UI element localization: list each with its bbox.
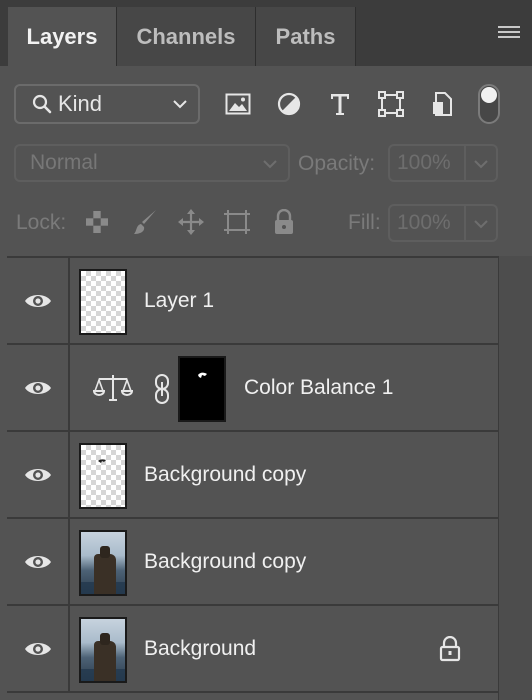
layer-thumbnail[interactable] xyxy=(79,617,127,683)
layer-list: Layer 1 Color Balance 1 Background copy … xyxy=(7,256,498,700)
filter-kind-label: Kind xyxy=(58,91,103,116)
bird-shape xyxy=(98,459,106,463)
fill-label: Fill: xyxy=(348,211,381,234)
fill-input[interactable]: 100% xyxy=(388,204,466,242)
layer-name[interactable]: Layer 1 xyxy=(144,258,214,343)
visibility-toggle[interactable] xyxy=(7,345,70,430)
layer-name[interactable]: Color Balance 1 xyxy=(244,345,393,430)
visibility-toggle[interactable] xyxy=(7,432,70,517)
thumbnail-rock-top xyxy=(100,546,110,558)
layer-name[interactable]: Background xyxy=(144,606,256,691)
layer-row[interactable]: Background copy xyxy=(7,432,498,519)
thumbnail-rock-top xyxy=(100,633,110,645)
layer-row[interactable]: Layer 1 xyxy=(7,258,498,345)
adjustment-layer-filter-icon[interactable] xyxy=(274,89,304,119)
layer-name[interactable]: Background copy xyxy=(144,519,306,604)
tab-channels[interactable]: Channels xyxy=(117,7,256,66)
chain-link-icon[interactable] xyxy=(153,373,171,405)
chevron-down-icon xyxy=(173,100,187,109)
lock-position-icon[interactable] xyxy=(176,206,206,238)
filter-kind-select[interactable]: Kind xyxy=(14,84,200,124)
opacity-input[interactable]: 100% xyxy=(388,144,466,182)
layer-name[interactable]: Background copy xyxy=(144,432,306,517)
pixel-layer-filter-icon[interactable] xyxy=(223,89,253,119)
smart-object-filter-icon[interactable] xyxy=(428,89,458,119)
lock-all-icon[interactable] xyxy=(269,206,299,238)
mask-shape xyxy=(198,372,207,378)
thumbnail-rock xyxy=(94,641,116,681)
blend-mode-value: Normal xyxy=(30,151,98,174)
visibility-toggle[interactable] xyxy=(7,519,70,604)
opacity-label: Opacity: xyxy=(298,152,376,175)
eye-icon xyxy=(24,642,51,655)
blend-mode-select[interactable]: Normal xyxy=(14,144,290,182)
eye-icon xyxy=(24,294,51,307)
fill-dropdown-button[interactable] xyxy=(466,204,498,242)
layer-list-scrollbar[interactable] xyxy=(498,256,532,700)
chevron-down-icon xyxy=(263,160,277,169)
layer-mask-thumbnail[interactable] xyxy=(178,356,226,422)
lock-image-pixels-icon[interactable] xyxy=(130,206,160,238)
layer-thumbnail[interactable] xyxy=(79,443,127,509)
chevron-down-icon xyxy=(474,220,488,229)
shape-layer-filter-icon[interactable] xyxy=(376,89,406,119)
eye-icon xyxy=(24,381,51,394)
toggle-knob xyxy=(481,87,497,103)
visibility-toggle[interactable] xyxy=(7,606,70,691)
lock-icon[interactable] xyxy=(438,636,462,662)
opacity-dropdown-button[interactable] xyxy=(466,144,498,182)
layer-row[interactable]: Background copy xyxy=(7,519,498,606)
tab-layers[interactable]: Layers xyxy=(8,7,117,66)
thumbnail-rock xyxy=(94,554,116,594)
chevron-down-icon xyxy=(474,160,488,169)
filter-toggle-switch[interactable] xyxy=(478,84,500,124)
panel-tab-bar: Layers Channels Paths xyxy=(0,0,532,66)
panel-menu-icon[interactable] xyxy=(498,26,520,40)
search-icon xyxy=(32,94,52,114)
layer-thumbnail[interactable] xyxy=(79,530,127,596)
tab-paths[interactable]: Paths xyxy=(256,7,356,66)
lock-transparent-pixels-icon[interactable] xyxy=(82,206,112,238)
layer-row[interactable]: Color Balance 1 xyxy=(7,345,498,432)
layer-thumbnail[interactable] xyxy=(79,269,127,335)
layer-row[interactable]: Background xyxy=(7,606,498,693)
balance-scale-icon[interactable] xyxy=(93,373,133,403)
visibility-toggle[interactable] xyxy=(7,258,70,343)
lock-label: Lock: xyxy=(16,211,67,234)
eye-icon xyxy=(24,555,51,568)
eye-icon xyxy=(24,468,51,481)
lock-artboard-icon[interactable] xyxy=(222,206,252,238)
type-layer-filter-icon[interactable] xyxy=(325,89,355,119)
